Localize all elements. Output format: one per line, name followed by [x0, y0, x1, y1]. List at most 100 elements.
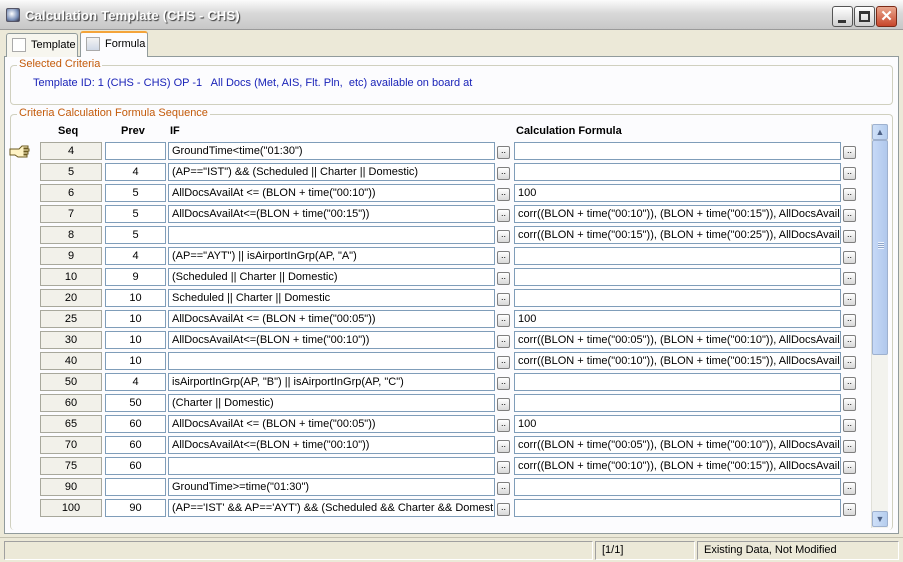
seq-cell[interactable]: 40 — [40, 352, 102, 370]
formula-cell[interactable] — [514, 142, 841, 160]
prev-cell[interactable]: 4 — [105, 163, 166, 181]
if-edit-button[interactable]: .. — [497, 377, 510, 390]
seq-cell[interactable]: 65 — [40, 415, 102, 433]
formula-edit-button[interactable]: .. — [843, 146, 856, 159]
prev-cell[interactable]: 4 — [105, 247, 166, 265]
prev-cell[interactable]: 90 — [105, 499, 166, 517]
formula-cell[interactable] — [514, 478, 841, 496]
formula-edit-button[interactable]: .. — [843, 356, 856, 369]
formula-edit-button[interactable]: .. — [843, 461, 856, 474]
if-cell[interactable]: (Charter || Domestic) — [168, 394, 495, 412]
scroll-thumb[interactable] — [872, 140, 888, 355]
seq-cell[interactable]: 20 — [40, 289, 102, 307]
formula-edit-button[interactable]: .. — [843, 440, 856, 453]
formula-cell[interactable]: corr((BLON + time("00:05")), (BLON + tim… — [514, 436, 841, 454]
seq-cell[interactable]: 10 — [40, 268, 102, 286]
vertical-scrollbar[interactable]: ▲ ▼ — [871, 124, 888, 528]
if-edit-button[interactable]: .. — [497, 440, 510, 453]
if-edit-button[interactable]: .. — [497, 482, 510, 495]
tab-formula[interactable]: Formula — [80, 31, 148, 57]
prev-cell[interactable]: 10 — [105, 310, 166, 328]
formula-edit-button[interactable]: .. — [843, 293, 856, 306]
prev-cell[interactable]: 10 — [105, 352, 166, 370]
formula-cell[interactable] — [514, 499, 841, 517]
if-edit-button[interactable]: .. — [497, 251, 510, 264]
if-cell[interactable]: Scheduled || Charter || Domestic — [168, 289, 495, 307]
prev-cell[interactable]: 60 — [105, 457, 166, 475]
formula-cell[interactable] — [514, 373, 841, 391]
formula-edit-button[interactable]: .. — [843, 377, 856, 390]
formula-edit-button[interactable]: .. — [843, 188, 856, 201]
seq-cell[interactable]: 60 — [40, 394, 102, 412]
formula-cell[interactable]: corr((BLON + time("00:05")), (BLON + tim… — [514, 331, 841, 349]
if-cell[interactable]: (Scheduled || Charter || Domestic) — [168, 268, 495, 286]
if-edit-button[interactable]: .. — [497, 230, 510, 243]
if-edit-button[interactable]: .. — [497, 293, 510, 306]
formula-cell[interactable] — [514, 163, 841, 181]
prev-cell[interactable]: 60 — [105, 415, 166, 433]
close-button[interactable]: ✕ — [876, 6, 897, 27]
seq-cell[interactable]: 30 — [40, 331, 102, 349]
prev-cell[interactable]: 60 — [105, 436, 166, 454]
formula-cell[interactable]: corr((BLON + time("00:10")), (BLON + tim… — [514, 352, 841, 370]
seq-cell[interactable]: 90 — [40, 478, 102, 496]
formula-edit-button[interactable]: .. — [843, 398, 856, 411]
prev-cell[interactable] — [105, 478, 166, 496]
if-edit-button[interactable]: .. — [497, 209, 510, 222]
seq-cell[interactable]: 25 — [40, 310, 102, 328]
formula-edit-button[interactable]: .. — [843, 209, 856, 222]
prev-cell[interactable] — [105, 142, 166, 160]
prev-cell[interactable]: 4 — [105, 373, 166, 391]
if-cell[interactable]: AllDocsAvailAt<=(BLON + time("00:15")) — [168, 205, 495, 223]
prev-cell[interactable]: 50 — [105, 394, 166, 412]
seq-cell[interactable]: 100 — [40, 499, 102, 517]
tab-template[interactable]: Template — [6, 33, 78, 57]
seq-cell[interactable]: 8 — [40, 226, 102, 244]
minimize-button[interactable] — [832, 6, 853, 27]
prev-cell[interactable]: 9 — [105, 268, 166, 286]
formula-edit-button[interactable]: .. — [843, 482, 856, 495]
formula-cell[interactable] — [514, 247, 841, 265]
seq-cell[interactable]: 50 — [40, 373, 102, 391]
formula-edit-button[interactable]: .. — [843, 314, 856, 327]
if-edit-button[interactable]: .. — [497, 314, 510, 327]
if-cell[interactable]: (AP=="IST") && (Scheduled || Charter || … — [168, 163, 495, 181]
scroll-down-button[interactable]: ▼ — [872, 511, 888, 527]
if-cell[interactable]: isAirportInGrp(AP, "B") || isAirportInGr… — [168, 373, 495, 391]
if-edit-button[interactable]: .. — [497, 503, 510, 516]
if-edit-button[interactable]: .. — [497, 188, 510, 201]
seq-cell[interactable]: 75 — [40, 457, 102, 475]
maximize-button[interactable] — [854, 6, 875, 27]
if-cell[interactable]: AllDocsAvailAt<=(BLON + time("00:10")) — [168, 436, 495, 454]
formula-edit-button[interactable]: .. — [843, 167, 856, 180]
if-cell[interactable]: AllDocsAvailAt <= (BLON + time("00:05")) — [168, 415, 495, 433]
seq-cell[interactable]: 4 — [40, 142, 102, 160]
if-cell[interactable]: AllDocsAvailAt <= (BLON + time("00:05")) — [168, 310, 495, 328]
if-cell[interactable] — [168, 457, 495, 475]
formula-edit-button[interactable]: .. — [843, 419, 856, 432]
seq-cell[interactable]: 70 — [40, 436, 102, 454]
if-cell[interactable] — [168, 226, 495, 244]
seq-cell[interactable]: 5 — [40, 163, 102, 181]
formula-edit-button[interactable]: .. — [843, 251, 856, 264]
formula-cell[interactable]: 100 — [514, 184, 841, 202]
formula-cell[interactable] — [514, 289, 841, 307]
seq-cell[interactable]: 7 — [40, 205, 102, 223]
if-edit-button[interactable]: .. — [497, 356, 510, 369]
if-cell[interactable]: (AP=="AYT") || isAirportInGrp(AP, "A") — [168, 247, 495, 265]
prev-cell[interactable]: 5 — [105, 205, 166, 223]
prev-cell[interactable]: 10 — [105, 289, 166, 307]
formula-edit-button[interactable]: .. — [843, 503, 856, 516]
if-edit-button[interactable]: .. — [497, 167, 510, 180]
seq-cell[interactable]: 6 — [40, 184, 102, 202]
if-edit-button[interactable]: .. — [497, 419, 510, 432]
formula-cell[interactable] — [514, 268, 841, 286]
formula-edit-button[interactable]: .. — [843, 335, 856, 348]
if-edit-button[interactable]: .. — [497, 335, 510, 348]
if-edit-button[interactable]: .. — [497, 398, 510, 411]
seq-cell[interactable]: 9 — [40, 247, 102, 265]
if-cell[interactable]: AllDocsAvailAt <= (BLON + time("00:10")) — [168, 184, 495, 202]
formula-edit-button[interactable]: .. — [843, 230, 856, 243]
scroll-up-button[interactable]: ▲ — [872, 124, 888, 140]
if-cell[interactable] — [168, 352, 495, 370]
